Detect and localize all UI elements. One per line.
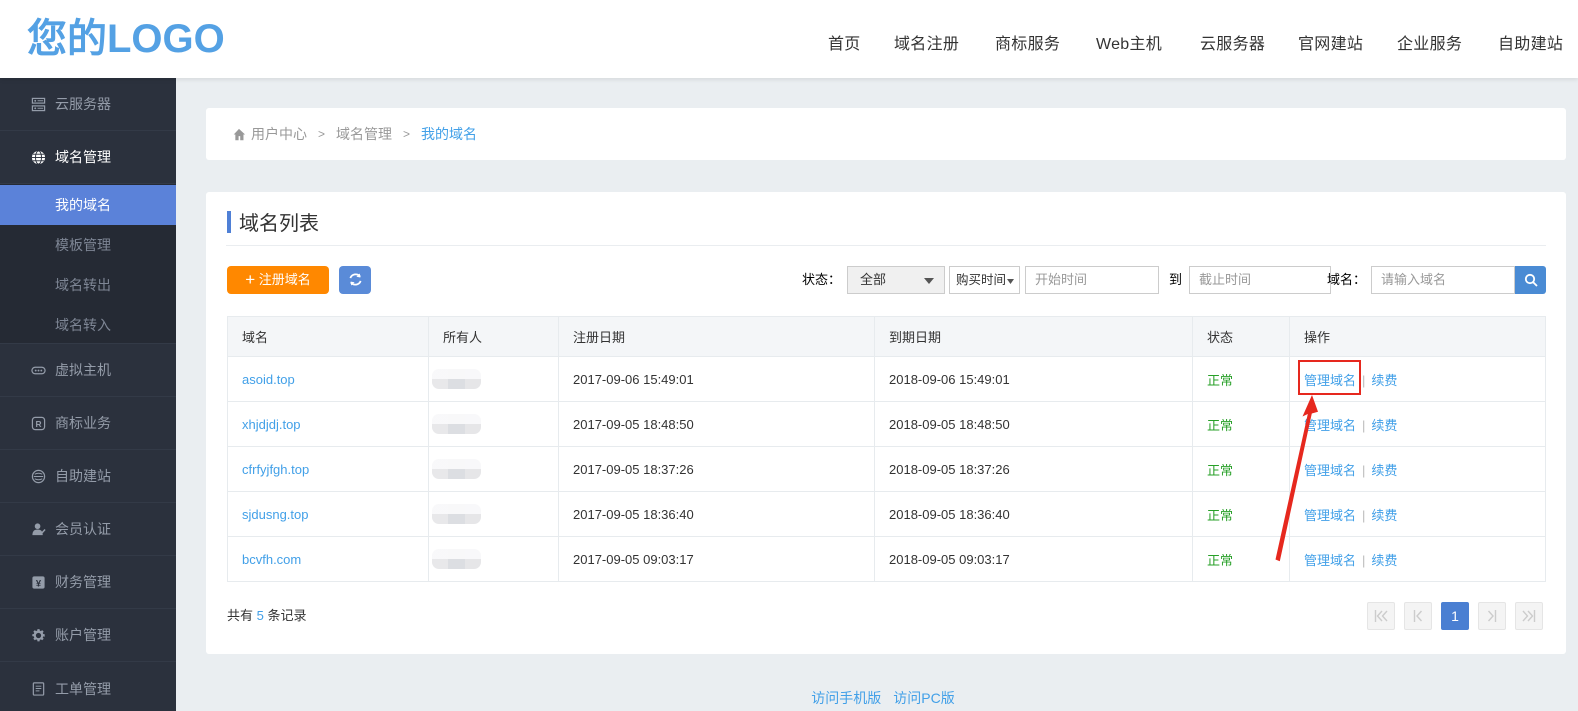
svg-text:R: R <box>35 418 41 428</box>
svg-text:¥: ¥ <box>36 578 42 588</box>
